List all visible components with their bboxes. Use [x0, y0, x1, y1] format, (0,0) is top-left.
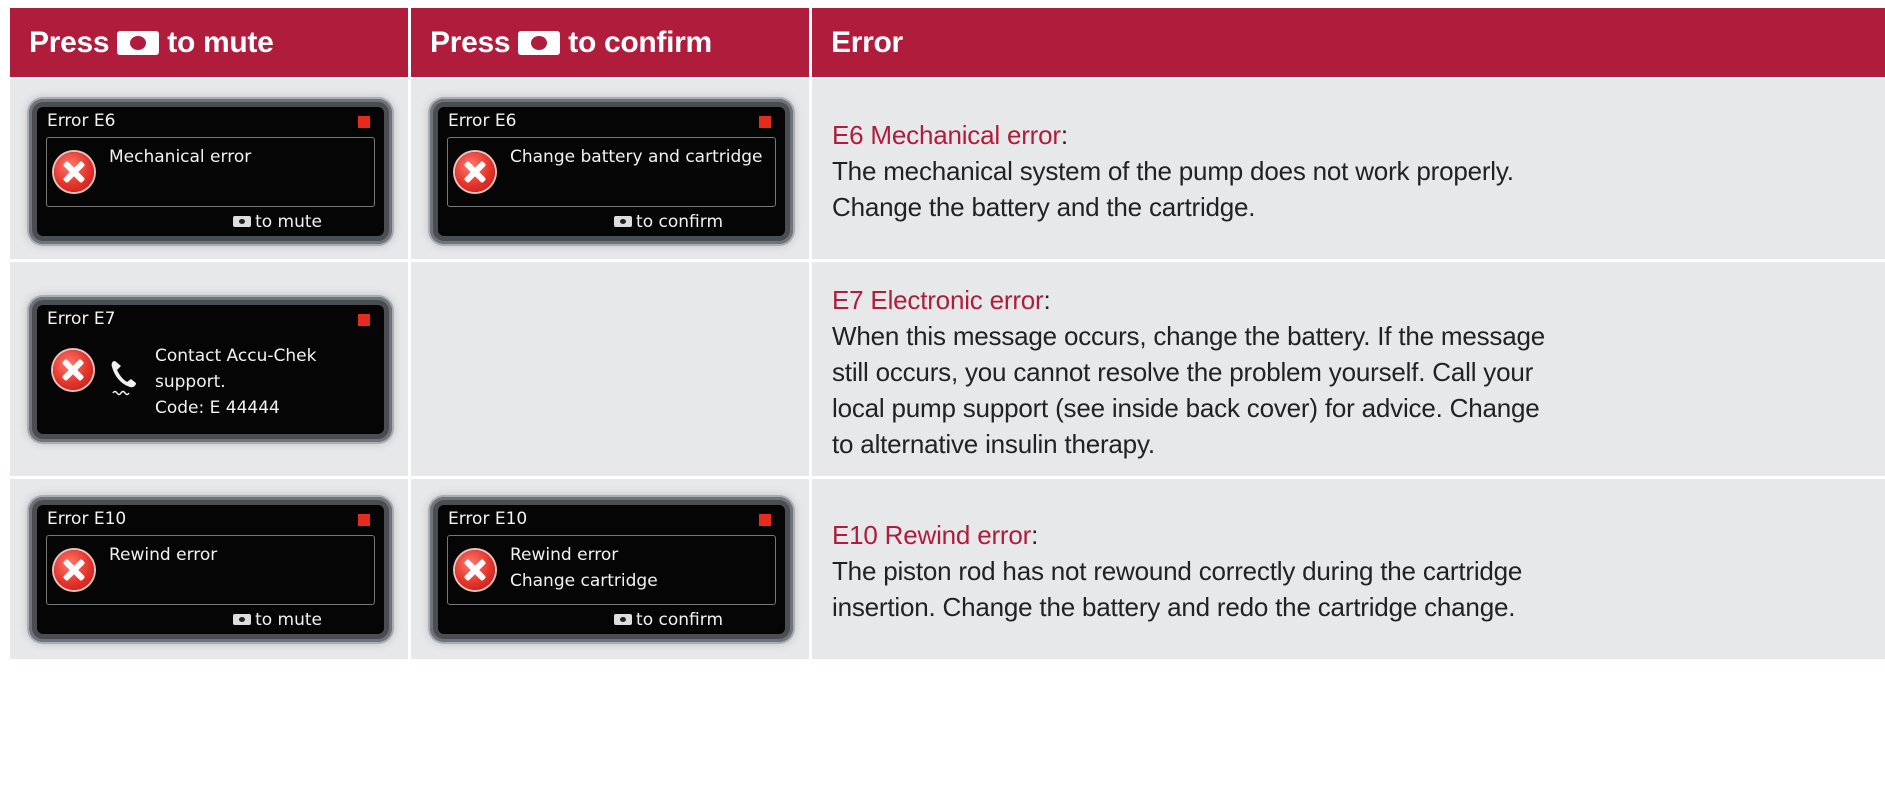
error-description: E10 Rewind error: The piston rod has not…: [832, 517, 1522, 625]
error-text-line: still occurs, you cannot resolve the pro…: [832, 357, 1534, 387]
red-indicator-icon: [759, 116, 771, 128]
error-title: E7 Electronic error: [832, 285, 1044, 315]
red-indicator-icon: [358, 314, 370, 326]
screen-footer-text: to confirm: [636, 610, 723, 630]
header-confirm-label: to confirm: [568, 25, 712, 59]
error-title: E6 Mechanical error: [832, 120, 1061, 150]
pump-screen-e6-mute: Error E6 Mechanical error to mute: [29, 99, 392, 244]
row-e6-confirm-cell: Error E6 Change battery and cartridge to…: [411, 79, 809, 259]
screen-footer: to mute: [233, 212, 322, 232]
screen-message: Rewind error Change cartridge: [510, 542, 658, 594]
screen-title: Error E6: [448, 111, 517, 131]
screen-footer: to confirm: [614, 610, 723, 630]
screen-footer-text: to confirm: [636, 212, 723, 232]
error-description: E7 Electronic error: When this message o…: [832, 282, 1545, 462]
screen-message-line: Code: E 44444: [155, 398, 280, 418]
red-indicator-icon: [358, 116, 370, 128]
screen-title: Error E10: [47, 509, 127, 529]
pump-screen-e10-mute: Error E10 Rewind error to mute: [29, 497, 392, 642]
screen-message-line: support.: [155, 372, 226, 392]
screen-message-line: Contact Accu-Chek: [155, 346, 317, 366]
screen-message: Mechanical error: [109, 147, 252, 167]
pump-screen-e10-confirm: Error E10 Rewind error Change cartridge …: [430, 497, 793, 642]
phone-icon: [111, 361, 136, 396]
header-mute-label: to mute: [167, 25, 274, 59]
round-button-icon: [614, 216, 633, 227]
round-button-icon: [614, 614, 633, 625]
header-error: Error: [812, 8, 1885, 77]
row-e6-mute-cell: Error E6 Mechanical error to mute: [10, 79, 408, 259]
error-x-icon: [54, 550, 94, 590]
error-text-line: local pump support (see inside back cove…: [832, 393, 1540, 423]
round-button-icon: [233, 216, 252, 227]
screen-message-line: Rewind error: [510, 545, 619, 565]
header-mute: Press to mute: [10, 8, 408, 77]
screen-footer-text: to mute: [255, 610, 322, 630]
round-button-icon: [233, 614, 252, 625]
error-x-icon: [455, 152, 495, 192]
row-e6-error-cell: E6 Mechanical error: The mechanical syst…: [812, 79, 1885, 259]
screen-message-box: Change battery and cartridge: [447, 137, 776, 207]
error-text-line: The piston rod has not rewound correctly…: [832, 556, 1523, 586]
error-text-line: insertion. Change the battery and redo t…: [832, 592, 1516, 622]
pump-screen-e6-confirm: Error E6 Change battery and cartridge to…: [430, 99, 793, 244]
header-mute-press: Press: [29, 25, 110, 59]
screen-title: Error E7: [47, 309, 116, 329]
row-e7-confirm-cell-empty: [411, 262, 809, 476]
error-text-line: The mechanical system of the pump does n…: [832, 156, 1514, 186]
header-error-label: Error: [831, 25, 903, 59]
screen-message: Change battery and cartridge: [510, 147, 763, 167]
header-confirm: Press to confirm: [411, 8, 809, 77]
error-text-line: When this message occurs, change the bat…: [832, 321, 1546, 351]
pump-screen-e7: Error E7 Contact Accu-Chek support. Code…: [29, 297, 392, 442]
screen-footer: to confirm: [614, 212, 723, 232]
row-e10-error-cell: E10 Rewind error: The piston rod has not…: [812, 479, 1885, 659]
row-e7-mute-cell: Error E7 Contact Accu-Chek support. Code…: [10, 262, 408, 476]
screen-title: Error E10: [448, 509, 528, 529]
error-x-icon: [455, 550, 495, 590]
screen-message-box: Rewind error: [46, 535, 375, 605]
error-text-line: Change the battery and the cartridge.: [832, 192, 1256, 222]
screen-message-box: Rewind error Change cartridge: [447, 535, 776, 605]
error-title: E10 Rewind error: [832, 520, 1032, 550]
screen-message-line: Change cartridge: [510, 571, 658, 591]
error-description: E6 Mechanical error: The mechanical syst…: [832, 117, 1514, 225]
screen-footer-text: to mute: [255, 212, 322, 232]
screen-message: Contact Accu-Chek support. Code: E 44444: [155, 343, 316, 421]
row-e7-error-cell: E7 Electronic error: When this message o…: [812, 262, 1885, 476]
round-button-icon: [518, 30, 561, 55]
round-button-icon: [117, 30, 160, 55]
row-e10-confirm-cell: Error E10 Rewind error Change cartridge …: [411, 479, 809, 659]
screen-message-box: Mechanical error: [46, 137, 375, 207]
error-text-line: to alternative insulin therapy.: [832, 429, 1155, 459]
error-x-icon: [53, 350, 93, 390]
red-indicator-icon: [759, 514, 771, 526]
row-e10-mute-cell: Error E10 Rewind error to mute: [10, 479, 408, 659]
screen-footer: to mute: [233, 610, 322, 630]
red-indicator-icon: [358, 514, 370, 526]
header-confirm-press: Press: [430, 25, 511, 59]
screen-title: Error E6: [47, 111, 116, 131]
error-x-icon: [54, 152, 94, 192]
screen-message: Rewind error: [109, 545, 218, 565]
